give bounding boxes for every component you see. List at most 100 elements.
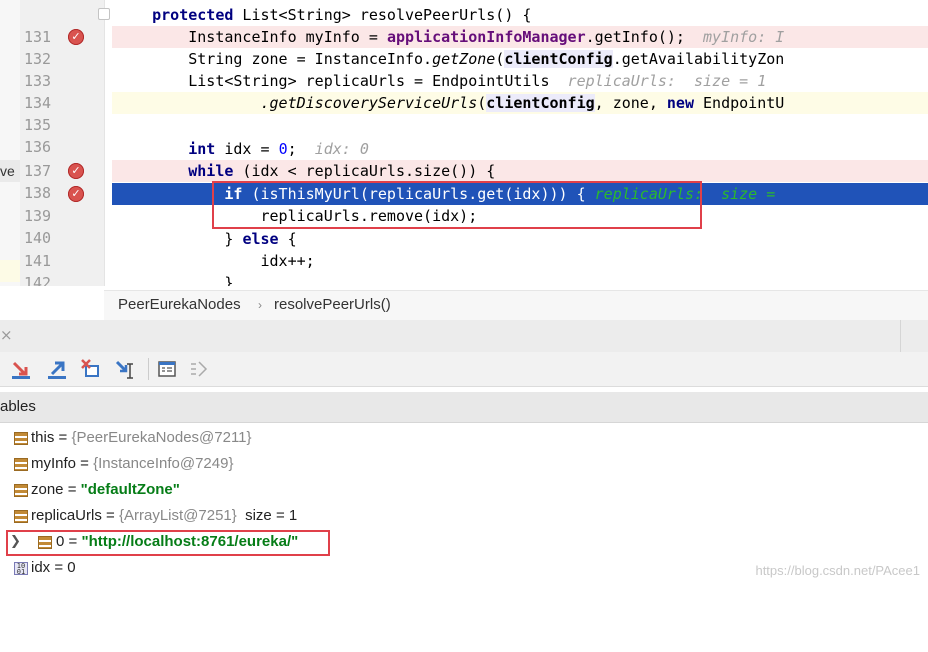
variable-name: replicaUrls bbox=[31, 507, 102, 524]
variable-size: size = 1 bbox=[236, 507, 298, 524]
left-panel-strip: ve bbox=[0, 0, 20, 286]
field-icon bbox=[14, 458, 28, 471]
code-text: InstanceInfo myInfo = applicationInfoMan… bbox=[112, 26, 928, 48]
field-token: applicationInfoManager bbox=[386, 28, 586, 46]
code-text: idx++; bbox=[112, 250, 928, 272]
primitive-icon: 10 01 bbox=[14, 562, 28, 576]
code-line[interactable]: 143 } bbox=[20, 272, 928, 286]
code-text: } bbox=[112, 272, 928, 286]
code-text: int idx = 0; idx: 0 bbox=[112, 138, 928, 160]
variable-value: 0 bbox=[67, 559, 76, 576]
code-token: (idx < replicaUrls.size()) { bbox=[233, 162, 496, 180]
breakpoint-icon[interactable]: ✓ bbox=[68, 163, 84, 179]
variable-text: this = {PeerEurekaNodes@7211} bbox=[31, 426, 252, 450]
code-token: List<String> replicaUrls = EndpointUtils bbox=[188, 72, 550, 90]
breadcrumb-separator: › bbox=[258, 298, 262, 312]
code-token: } bbox=[224, 230, 243, 248]
fold-marker-icon[interactable] bbox=[98, 8, 110, 20]
field-icon bbox=[14, 432, 28, 445]
code-line[interactable]: 134 List<String> replicaUrls = EndpointU… bbox=[20, 70, 928, 112]
step-over-icon[interactable] bbox=[10, 358, 32, 380]
variable-value: "defaultZone" bbox=[80, 481, 180, 498]
code-line[interactable]: 133 String zone = InstanceInfo.getZone(c… bbox=[20, 48, 928, 90]
code-token: ( bbox=[495, 50, 505, 68]
inline-debug-value: replicaUrls: size = 1 bbox=[567, 72, 767, 90]
code-text: protected List<String> resolvePeerUrls()… bbox=[112, 4, 928, 26]
variable-row[interactable]: replicaUrls = {ArrayList@7251} size = 1 bbox=[0, 504, 928, 528]
variable-eq: = bbox=[101, 507, 119, 524]
variables-header: ables bbox=[0, 392, 928, 423]
code-token: ( bbox=[477, 94, 487, 112]
variable-value: {PeerEurekaNodes@7211} bbox=[71, 429, 252, 446]
variable-text: replicaUrls = {ArrayList@7251} size = 1 bbox=[31, 504, 297, 528]
trace-icon[interactable] bbox=[188, 358, 210, 380]
variable-name: myInfo bbox=[31, 455, 77, 472]
code-token: idx++; bbox=[260, 252, 315, 270]
variable-eq: = bbox=[54, 429, 72, 446]
variable-text: myInfo = {InstanceInfo@7249} bbox=[31, 452, 233, 476]
code-token: List<String> resolvePeerUrls() { bbox=[233, 6, 532, 24]
variable-value: {ArrayList@7251} bbox=[118, 507, 237, 524]
code-token: , zone, bbox=[594, 94, 667, 112]
field-icon bbox=[14, 510, 28, 523]
breadcrumb-method[interactable]: resolvePeerUrls() bbox=[274, 296, 391, 313]
force-step-into-icon[interactable] bbox=[80, 358, 102, 380]
code-token: .getAvailabilityZon bbox=[612, 50, 785, 68]
evaluate-icon[interactable] bbox=[156, 358, 178, 380]
code-token: } bbox=[224, 274, 234, 286]
breakpoint-icon[interactable]: ✓ bbox=[68, 29, 84, 45]
code-token: idx = bbox=[215, 140, 279, 158]
keyword: while bbox=[188, 162, 234, 180]
method-token: .getDiscoveryServiceUrls bbox=[260, 94, 478, 112]
code-line[interactable]: 141 } else { bbox=[20, 228, 928, 270]
code-text: List<String> replicaUrls = EndpointUtils… bbox=[112, 70, 928, 92]
code-editor[interactable]: ve 131 protected List<String> resolvePee… bbox=[0, 0, 928, 286]
code-token: String zone = InstanceInfo. bbox=[188, 50, 433, 68]
debug-toolbar bbox=[0, 352, 928, 387]
keyword: int bbox=[188, 140, 216, 158]
variable-name: idx bbox=[31, 559, 51, 576]
step-into-icon[interactable] bbox=[46, 358, 68, 380]
highlight-box-code bbox=[212, 181, 702, 229]
keyword: else bbox=[242, 230, 279, 248]
inline-debug-value: idx: 0 bbox=[314, 140, 369, 158]
method-token: getZone bbox=[432, 50, 496, 68]
code-line[interactable]: 138 ✓ while (idx < replicaUrls.size()) { bbox=[20, 160, 928, 202]
code-token: .getInfo(); bbox=[585, 28, 685, 46]
breakpoint-icon[interactable]: ✓ bbox=[68, 186, 84, 202]
breadcrumb: PeerEurekaNodes › resolvePeerUrls() bbox=[104, 290, 928, 321]
code-token: EndpointU bbox=[694, 94, 785, 112]
variable-row[interactable]: zone = "defaultZone" bbox=[0, 478, 928, 502]
number-token: 0 bbox=[278, 140, 288, 158]
code-line[interactable]: 137 int idx = 0; idx: 0 bbox=[20, 138, 928, 180]
code-token: { bbox=[278, 230, 297, 248]
variables-list[interactable]: this = {PeerEurekaNodes@7211} myInfo = {… bbox=[0, 424, 928, 584]
code-text: } else { bbox=[112, 228, 928, 250]
toolbar-divider bbox=[148, 358, 149, 380]
variable-name: this bbox=[31, 429, 55, 446]
code-text: while (idx < replicaUrls.size()) { bbox=[112, 160, 928, 182]
variable-value: {InstanceInfo@7249} bbox=[93, 455, 234, 472]
code-line[interactable]: 142 idx++; bbox=[20, 250, 928, 286]
variable-row[interactable]: myInfo = {InstanceInfo@7249} bbox=[0, 452, 928, 476]
variable-text: idx = 0 bbox=[31, 556, 76, 580]
run-to-cursor-icon[interactable] bbox=[114, 358, 136, 380]
code-line[interactable]: 136 bbox=[20, 114, 928, 156]
field-icon bbox=[14, 484, 28, 497]
code-text: String zone = InstanceInfo.getZone(clien… bbox=[112, 48, 928, 70]
code-line[interactable]: 132 ✓ InstanceInfo myInfo = applicationI… bbox=[20, 26, 928, 68]
code-line[interactable]: 135 .getDiscoveryServiceUrls(clientConfi… bbox=[20, 92, 928, 134]
variables-title: ables bbox=[0, 398, 36, 415]
code-line[interactable]: 131 protected List<String> resolvePeerUr… bbox=[20, 4, 928, 46]
keyword: protected bbox=[152, 6, 234, 24]
close-icon[interactable]: × bbox=[0, 326, 13, 344]
breadcrumb-class[interactable]: PeerEurekaNodes bbox=[118, 296, 241, 313]
highlight-box-variable bbox=[6, 530, 330, 556]
variable-text: zone = "defaultZone" bbox=[31, 478, 180, 502]
field-token: clientConfig bbox=[504, 50, 613, 68]
variable-eq: = bbox=[76, 455, 94, 472]
watermark: https://blog.csdn.net/PAcee1 bbox=[755, 563, 920, 578]
code-token: ; bbox=[287, 140, 297, 158]
variable-row[interactable]: this = {PeerEurekaNodes@7211} bbox=[0, 426, 928, 450]
